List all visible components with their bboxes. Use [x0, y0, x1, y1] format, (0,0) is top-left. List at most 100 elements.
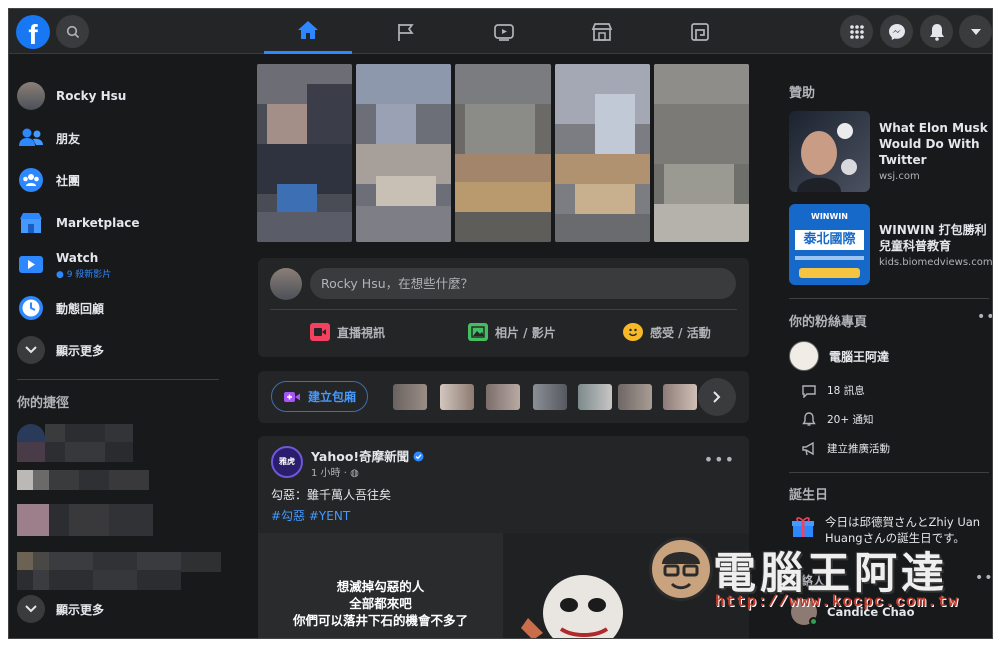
right-sidebar: 贊助 What Elon Musk Would Do With Twitter … — [779, 54, 993, 638]
show-more-label: 顯示更多 — [56, 602, 105, 617]
ad-url: kids.biomedviews.com — [879, 257, 993, 268]
caret-down-icon — [970, 28, 981, 35]
show-more-label: 顯示更多 — [56, 343, 105, 358]
birthday-text: 今日は邱德賀さんとZhiy Uan Huangさんの誕生日です。 — [825, 515, 981, 545]
story-card[interactable] — [257, 64, 353, 242]
facebook-logo[interactable]: f — [16, 15, 50, 49]
ad-url: wsj.com — [879, 171, 920, 182]
ad-image-brand: WINWIN — [811, 212, 848, 221]
sidebar-item-marketplace[interactable]: Marketplace — [17, 203, 222, 243]
post-timestamp[interactable]: 1 小時 · ◍ — [311, 464, 359, 479]
menu-button[interactable] — [840, 15, 873, 48]
shortcut-item[interactable] — [17, 552, 221, 572]
room-avatar[interactable] — [533, 384, 567, 410]
account-button[interactable] — [959, 15, 992, 48]
joker-image — [503, 533, 749, 638]
room-avatar[interactable] — [486, 384, 520, 410]
search-button[interactable] — [56, 15, 89, 48]
live-video-button[interactable]: 直播視訊 — [310, 320, 385, 344]
online-status-dot — [809, 617, 818, 626]
room-avatar[interactable] — [618, 384, 652, 410]
sidebar-item-label: 動態回顧 — [56, 301, 105, 316]
watch-icon — [19, 256, 43, 273]
tab-gaming[interactable] — [656, 9, 744, 54]
sponsored-title: 贊助 — [789, 86, 816, 101]
photo-icon — [468, 323, 488, 341]
bell-icon — [929, 23, 944, 41]
composer-input[interactable]: Rocky Hsu，在想些什麼？ — [310, 268, 736, 299]
grid-menu-icon — [849, 24, 864, 39]
post-media[interactable]: 想滅掉勾惡的人 全部都來吧 你們可以落井下石的機會不多了 — [258, 533, 749, 638]
sidebar-item-profile[interactable]: Rocky Hsu — [17, 76, 222, 116]
sidebar-item-memories[interactable]: 動態回顧 — [17, 288, 222, 328]
create-room-button[interactable]: 建立包廂 — [271, 381, 368, 412]
rooms-next-button[interactable] — [698, 378, 736, 416]
video-icon — [494, 23, 514, 41]
tab-marketplace[interactable] — [558, 9, 646, 54]
story-card[interactable] — [653, 64, 750, 242]
new-videos-count: ● 9 殺新影片 — [56, 269, 112, 280]
birthday-item[interactable]: 今日は邱德賀さんとZhiy Uan Huangさんの誕生日です。 — [791, 514, 992, 546]
profile-name: Rocky Hsu — [56, 89, 127, 103]
flag-icon — [398, 23, 414, 41]
post-author[interactable]: Yahoo!奇摩新聞 — [311, 446, 424, 465]
post-hashtags[interactable]: #勾惡 #YENT — [271, 507, 350, 524]
rooms-bar: 建立包廂 — [258, 371, 749, 423]
ad-title[interactable]: What Elon Musk Would Do With Twitter — [879, 120, 991, 168]
sidebar-item-watch[interactable]: Watch ● 9 殺新影片 — [17, 245, 222, 285]
pages-more-button[interactable]: ••• — [977, 309, 992, 325]
sidebar-item-label: 朋友 — [56, 131, 81, 146]
create-promotion-row[interactable]: 建立推廣活動 — [799, 441, 890, 456]
shortcut-item[interactable] — [17, 504, 153, 536]
page-item[interactable]: 電腦王阿達 — [789, 341, 889, 371]
page-avatar[interactable]: 雅虎 — [271, 446, 303, 478]
home-icon — [298, 21, 318, 39]
story-card[interactable] — [455, 64, 551, 242]
page-messages-row[interactable]: 18 訊息 — [799, 383, 865, 398]
quote-panel: 想滅掉勾惡的人 全部都來吧 你們可以落井下石的機會不多了 — [258, 533, 503, 638]
feeling-activity-button[interactable]: 感受 / 活動 — [623, 320, 711, 344]
smiley-icon — [623, 323, 643, 341]
room-avatar[interactable] — [663, 384, 697, 410]
sidebar-item-friends[interactable]: 朋友 — [17, 118, 222, 158]
post-more-button[interactable]: ••• — [704, 450, 735, 469]
tab-pages[interactable] — [362, 9, 450, 54]
search-icon — [66, 25, 79, 38]
messenger-button[interactable] — [880, 15, 913, 48]
tab-home[interactable] — [264, 9, 352, 54]
chevron-down-icon — [25, 605, 37, 613]
sidebar-item-groups[interactable]: 社團 — [17, 160, 222, 200]
page-name: 電腦王阿達 — [829, 349, 890, 364]
groups-icon — [19, 168, 43, 192]
shortcut-item[interactable] — [17, 570, 181, 590]
tab-watch[interactable] — [460, 9, 548, 54]
ad-image[interactable]: WINWIN 泰北國際 — [789, 204, 870, 285]
sidebar-item-label: Watch — [56, 250, 99, 265]
show-more-button[interactable]: 顯示更多 — [17, 589, 222, 629]
birthdays-title: 誕生日 — [789, 488, 829, 503]
sidebar-item-label: Marketplace — [56, 216, 140, 230]
contacts-more-button[interactable]: ••• — [975, 570, 992, 586]
shortcut-item[interactable] — [17, 470, 149, 490]
notifications-button[interactable] — [920, 15, 953, 48]
page-notifications-row[interactable]: 20+ 通知 — [799, 412, 874, 427]
shortcut-item[interactable] — [17, 424, 133, 444]
photo-video-button[interactable]: 相片 / 影片 — [468, 320, 556, 344]
live-video-label: 直播視訊 — [337, 325, 386, 340]
ad-image[interactable] — [789, 111, 870, 192]
feeling-activity-label: 感受 / 活動 — [650, 325, 711, 340]
ad-title[interactable]: WINWIN 打包勝利兒童科普教育 — [879, 222, 991, 254]
story-card[interactable] — [554, 64, 650, 242]
room-avatar[interactable] — [393, 384, 427, 410]
post-composer: Rocky Hsu，在想些什麼？ 直播視訊 相片 / 影片 感受 / 活動 — [258, 258, 749, 357]
story-card[interactable] — [356, 64, 452, 242]
room-avatar[interactable] — [578, 384, 612, 410]
shortcut-item[interactable] — [17, 442, 133, 462]
contact-item[interactable]: Candice Chao — [791, 599, 914, 626]
megaphone-icon — [802, 441, 814, 455]
show-more-button[interactable]: 顯示更多 — [17, 330, 222, 370]
live-video-icon — [310, 323, 330, 341]
avatar — [17, 82, 45, 110]
room-avatar[interactable] — [440, 384, 474, 410]
memories-icon — [19, 296, 43, 320]
